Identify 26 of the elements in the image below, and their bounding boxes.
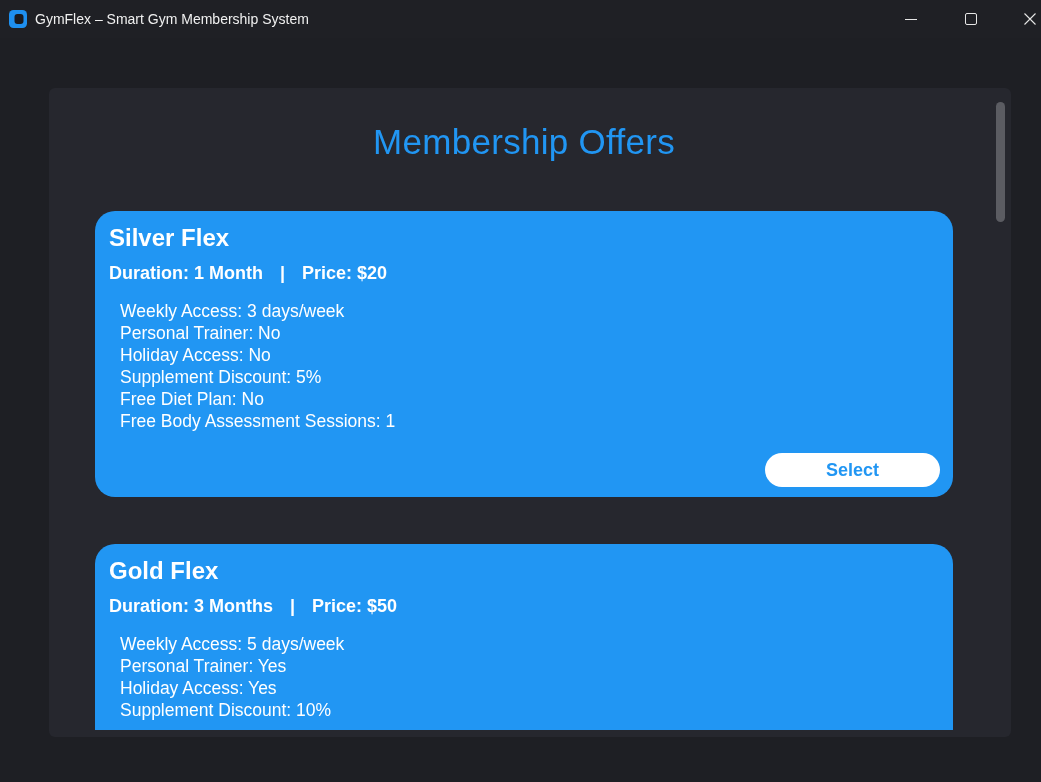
duration-text: Duration: 3 Months <box>109 595 273 617</box>
feature-text: Supplement Discount: 10% <box>120 699 332 721</box>
feature-text: Personal Trainer: Yes <box>120 655 287 677</box>
close-icon <box>1024 13 1036 25</box>
feature-text: Weekly Access: 3 days/week <box>120 300 345 322</box>
feature-text: Free Body Assessment Sessions: 1 <box>120 410 396 432</box>
plan-name: Silver Flex <box>109 224 230 252</box>
window-title: GymFlex – Smart Gym Membership System <box>35 11 309 27</box>
feature-text: Personal Trainer: No <box>120 322 281 344</box>
scrollbar-thumb[interactable] <box>996 102 1005 222</box>
divider-glyph: | <box>280 262 286 284</box>
feature-text: Holiday Access: Yes <box>120 677 277 699</box>
feature-text: Holiday Access: No <box>120 344 271 366</box>
feature-text: Weekly Access: 5 days/week <box>120 633 345 655</box>
app-icon <box>9 10 27 28</box>
select-button[interactable]: Select <box>765 453 940 487</box>
price-text: Price: $20 <box>302 262 388 284</box>
plan-name: Gold Flex <box>109 557 219 585</box>
minimize-icon <box>905 18 917 20</box>
duration-text: Duration: 1 Month <box>109 262 263 284</box>
page-heading: Membership Offers <box>371 122 677 162</box>
feature-text: Free Diet Plan: No <box>120 388 264 410</box>
maximize-icon <box>965 13 977 25</box>
price-text: Price: $50 <box>312 595 398 617</box>
feature-text: Supplement Discount: 5% <box>120 366 322 388</box>
divider-glyph: | <box>290 595 296 617</box>
